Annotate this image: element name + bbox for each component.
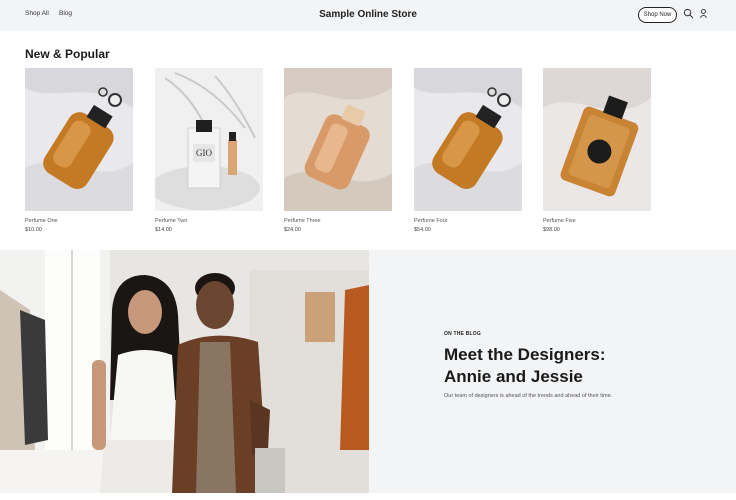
product-price: $98.00 xyxy=(543,227,560,233)
product-name[interactable]: Perfume Five xyxy=(543,218,651,224)
store-title[interactable]: Sample Online Store xyxy=(0,9,736,20)
product-price: $14.00 xyxy=(155,227,172,233)
product-image[interactable] xyxy=(414,68,522,211)
svg-text:GIO: GIO xyxy=(196,148,212,158)
account-icon[interactable] xyxy=(698,8,709,19)
product-price: $10.00 xyxy=(25,227,42,233)
product-card[interactable]: Perfume Five $98.00 xyxy=(543,68,651,233)
product-image[interactable] xyxy=(25,68,133,211)
shop-now-button[interactable]: Shop Now xyxy=(638,7,677,23)
product-name[interactable]: Perfume Two xyxy=(155,218,263,224)
product-card[interactable]: GIO Perfume Two $14.00 xyxy=(155,68,263,233)
blog-kicker: ON THE BLOG xyxy=(444,331,481,337)
product-card[interactable]: Perfume Four $54.00 xyxy=(414,68,522,233)
product-card[interactable]: Perfume Three $24.00 xyxy=(284,68,392,233)
blog-image[interactable] xyxy=(0,250,369,493)
blog-headline[interactable]: Meet the Designers: Annie and Jessie xyxy=(444,344,694,388)
product-name[interactable]: Perfume Three xyxy=(284,218,392,224)
product-name[interactable]: Perfume Four xyxy=(414,218,522,224)
section-title: New & Popular xyxy=(25,47,110,61)
product-image[interactable]: GIO xyxy=(155,68,263,211)
product-card[interactable]: Perfume One $10.00 xyxy=(25,68,133,233)
site-header: Shop All Blog Sample Online Store Shop N… xyxy=(0,0,736,31)
product-image[interactable] xyxy=(284,68,392,211)
product-price: $24.00 xyxy=(284,227,301,233)
blog-headline-line[interactable]: Meet the Designers: xyxy=(444,344,694,366)
product-price: $54.00 xyxy=(414,227,431,233)
product-name[interactable]: Perfume One xyxy=(25,218,133,224)
search-icon[interactable] xyxy=(683,8,694,19)
blog-blurb: Our team of designers is ahead of the tr… xyxy=(444,393,613,399)
product-image[interactable] xyxy=(543,68,651,211)
blog-headline-line[interactable]: Annie and Jessie xyxy=(444,366,694,388)
